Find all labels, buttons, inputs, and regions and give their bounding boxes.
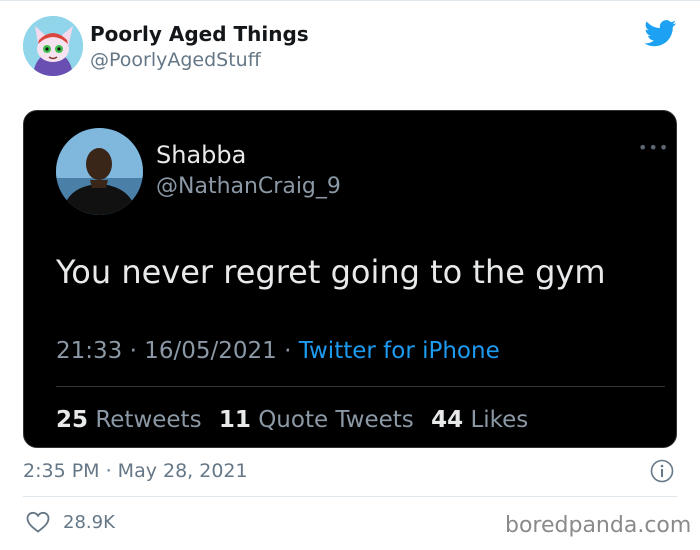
top-border — [0, 0, 700, 1]
watermark: boredpanda.com — [505, 513, 692, 538]
display-name[interactable]: Poorly Aged Things — [90, 22, 309, 46]
tweet-stats: 25 Retweets 11 Quote Tweets 44 Likes — [56, 407, 528, 433]
tweet-timestamp[interactable]: 2:35 PM · May 28, 2021 — [23, 460, 248, 482]
embedded-avatar[interactable] — [56, 128, 143, 215]
tweet-text: You never regret going to the gym — [56, 253, 606, 291]
like-count[interactable]: 28.9K — [63, 512, 115, 533]
footer-divider — [23, 496, 677, 497]
meta-separator: · — [129, 338, 137, 364]
retweets-label[interactable]: Retweets — [95, 407, 201, 433]
card-divider — [56, 386, 665, 387]
more-dots-icon[interactable]: ••• — [638, 140, 669, 156]
tweet-date: 16/05/2021 — [144, 338, 277, 364]
embedded-name[interactable]: Shabba — [156, 141, 246, 169]
likes-count[interactable]: 44 — [431, 407, 463, 433]
avatar[interactable] — [23, 16, 83, 76]
heart-icon[interactable] — [26, 511, 50, 533]
meta-separator: · — [284, 338, 292, 364]
embedded-handle[interactable]: @NathanCraig_9 — [156, 174, 341, 199]
quotes-count[interactable]: 11 — [219, 407, 251, 433]
likes-label[interactable]: Likes — [470, 407, 528, 433]
tweet-meta: 21:33 · 16/05/2021 · Twitter for iPhone — [56, 338, 500, 364]
info-icon[interactable] — [650, 459, 674, 483]
handle[interactable]: @PoorlyAgedStuff — [90, 49, 261, 71]
tweet-time: 21:33 — [56, 338, 123, 364]
retweets-count[interactable]: 25 — [56, 407, 88, 433]
quotes-label[interactable]: Quote Tweets — [258, 407, 414, 433]
embedded-tweet-card[interactable]: Shabba @NathanCraig_9 ••• You never regr… — [23, 110, 677, 448]
avatar-cartoon-icon — [23, 16, 83, 76]
twitter-bird-icon[interactable] — [644, 20, 677, 47]
embedded-avatar-photo — [56, 128, 143, 215]
tweet-source-link[interactable]: Twitter for iPhone — [299, 338, 500, 364]
